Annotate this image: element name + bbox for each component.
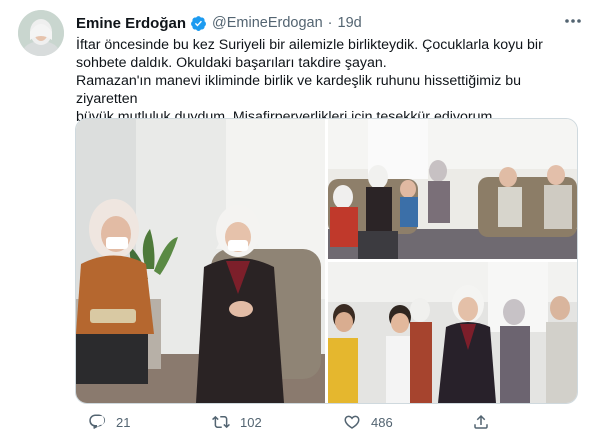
reply-button[interactable]: 21 — [88, 413, 130, 431]
action-bar: 21 102 486 — [0, 413, 600, 433]
author-name[interactable]: Emine Erdoğan — [76, 15, 186, 32]
separator-dot: · — [327, 15, 333, 31]
retweet-count: 102 — [240, 414, 262, 430]
tweet-age[interactable]: 19d — [338, 15, 362, 31]
tweet-header: Emine Erdoğan @EmineErdogan · 19d — [76, 12, 362, 34]
share-icon — [474, 414, 488, 429]
more-icon[interactable] — [562, 12, 584, 30]
share-button[interactable] — [472, 413, 490, 431]
avatar[interactable] — [18, 10, 64, 56]
verified-badge-icon — [191, 15, 206, 31]
media-photo-3[interactable] — [328, 262, 577, 403]
media-photo-2[interactable] — [328, 119, 577, 259]
reply-count: 21 — [116, 414, 131, 430]
tweet[interactable]: Emine Erdoğan @EmineErdogan · 19d İftar … — [0, 0, 600, 443]
tweet-text: İftar öncesinde bu kez Suriyeli bir aile… — [76, 36, 576, 126]
media-photo-1[interactable] — [76, 119, 325, 403]
author-handle[interactable]: @EmineErdogan — [212, 15, 323, 31]
media-grid — [75, 118, 578, 404]
like-icon — [344, 415, 360, 429]
retweet-icon — [212, 415, 230, 429]
tweet-text-line: Ramazan'ın manevi ikliminde birlik ve ka… — [76, 73, 522, 107]
tweet-text-line: İftar öncesinde bu kez Suriyeli bir aile… — [76, 37, 543, 53]
tweet-text-line: sohbete daldık. Okuldaki başarıları takd… — [76, 55, 387, 71]
reply-icon — [89, 414, 106, 429]
like-count: 486 — [371, 414, 393, 430]
retweet-button[interactable]: 102 — [212, 413, 262, 431]
like-button[interactable]: 486 — [343, 413, 393, 431]
